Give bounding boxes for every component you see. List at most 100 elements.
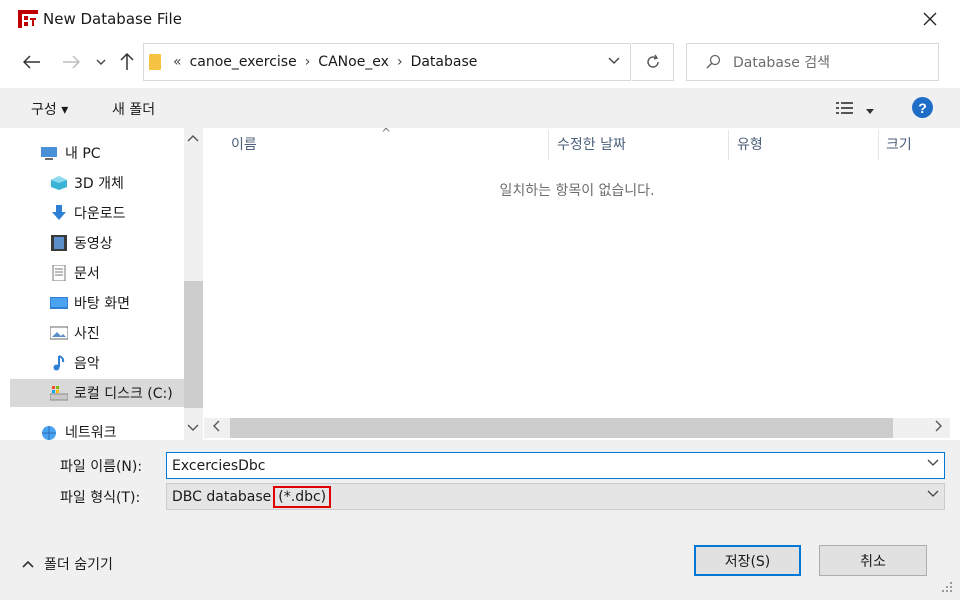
video-icon: [51, 235, 67, 251]
help-button[interactable]: ?: [912, 97, 933, 118]
sidebar-item-label: 3D 개체: [74, 176, 124, 192]
filename-value[interactable]: ExcerciesDbc: [172, 458, 266, 474]
local-disk-icon: [50, 386, 68, 401]
scroll-down-icon[interactable]: [187, 422, 199, 435]
column-divider[interactable]: [548, 130, 549, 160]
overflow-icon[interactable]: «: [173, 54, 182, 70]
hide-folders-toggle[interactable]: 폴더 숨기기: [22, 554, 113, 574]
sidebar-item-desktop[interactable]: 바탕 화면: [10, 289, 184, 317]
chevron-up-icon: [22, 560, 34, 568]
view-options-button[interactable]: [836, 101, 875, 119]
pc-icon: [41, 147, 57, 160]
cancel-button[interactable]: 취소: [819, 545, 927, 576]
sidebar-item-music[interactable]: 음악: [10, 349, 184, 377]
navigation-bar: « canoe_exercise › CANoe_ex › Database D…: [0, 38, 960, 88]
sidebar-item-label: 다운로드: [74, 206, 126, 222]
network-icon: [42, 426, 56, 440]
window-title: New Database File: [43, 10, 182, 28]
recent-locations-button[interactable]: [90, 50, 112, 74]
column-header-name[interactable]: 이름: [231, 128, 257, 160]
sidebar-item-label: 네트워크: [65, 425, 117, 440]
chevron-right-icon[interactable]: ›: [305, 54, 311, 70]
3d-objects-icon: [51, 176, 67, 190]
scrollbar-thumb[interactable]: [230, 418, 893, 438]
column-header-type[interactable]: 유형: [737, 128, 763, 160]
filetype-select[interactable]: DBC database (*.dbc): [166, 483, 945, 510]
arrow-up-icon: [120, 53, 134, 70]
save-form: 파일 이름(N): ExcerciesDbc 파일 형식(T): DBC dat…: [0, 440, 960, 600]
file-list-hscrollbar[interactable]: [204, 418, 950, 438]
search-input[interactable]: Database 검색: [733, 52, 830, 72]
filename-input[interactable]: ExcerciesDbc: [166, 452, 945, 479]
details-view-icon: [836, 102, 853, 114]
empty-folder-message: 일치하는 항목이 없습니다.: [499, 183, 655, 199]
sidebar-item-network[interactable]: 네트워크: [10, 418, 184, 440]
sidebar-item-this-pc[interactable]: 내 PC: [10, 139, 184, 167]
chevron-down-icon[interactable]: [927, 456, 939, 470]
resize-grip-icon[interactable]: [938, 578, 954, 594]
column-divider[interactable]: [878, 130, 879, 160]
help-icon: ?: [918, 99, 927, 116]
sidebar-item-documents[interactable]: 문서: [10, 259, 184, 287]
sidebar-item-3d-objects[interactable]: 3D 개체: [10, 169, 184, 197]
filetype-value: DBC database: [172, 488, 272, 505]
pictures-icon: [50, 326, 68, 340]
file-list: ^ 이름 수정한 날짜 유형 크기 일치하는 항목이 없습니다.: [204, 126, 950, 418]
filename-label: 파일 이름(N):: [60, 459, 143, 475]
sidebar-item-label: 동영상: [74, 236, 113, 252]
chevron-down-icon: [866, 109, 875, 114]
arrow-right-icon: [63, 55, 80, 69]
search-icon: [706, 54, 721, 69]
app-icon: [18, 10, 38, 28]
save-button[interactable]: 저장(S): [694, 545, 801, 576]
scroll-left-icon[interactable]: [212, 420, 220, 435]
address-bar[interactable]: « canoe_exercise › CANoe_ex › Database: [143, 43, 631, 81]
sidebar-item-videos[interactable]: 동영상: [10, 229, 184, 257]
sidebar-scrollbar[interactable]: [184, 128, 203, 440]
chevron-right-icon[interactable]: ›: [397, 54, 403, 70]
sidebar-item-label: 로컬 디스크 (C:): [74, 386, 173, 402]
arrow-left-icon: [23, 55, 40, 69]
breadcrumb-database[interactable]: Database: [411, 54, 478, 70]
breadcrumb-canoe-ex[interactable]: CANoe_ex: [318, 54, 389, 70]
search-box[interactable]: Database 검색: [686, 43, 939, 81]
column-divider[interactable]: [728, 130, 729, 160]
music-icon: [53, 355, 65, 371]
column-header-date-modified[interactable]: 수정한 날짜: [557, 128, 626, 160]
sidebar-item-pictures[interactable]: 사진: [10, 319, 184, 347]
close-button[interactable]: [915, 5, 945, 33]
forward-button[interactable]: [60, 50, 82, 74]
sort-ascending-icon: ^: [381, 126, 392, 140]
new-folder-button[interactable]: 새 폴더: [112, 99, 155, 119]
filetype-label: 파일 형식(T):: [60, 490, 141, 506]
organize-button[interactable]: 구성 ▾: [31, 99, 68, 119]
scroll-right-icon[interactable]: [935, 420, 943, 435]
hide-folders-label: 폴더 숨기기: [44, 557, 113, 573]
close-icon: [923, 12, 937, 26]
sidebar-item-label: 문서: [74, 266, 100, 282]
column-header-size[interactable]: 크기: [886, 128, 912, 160]
title-bar: New Database File: [0, 0, 960, 38]
filetype-extension-highlight: (*.dbc): [273, 485, 332, 508]
sidebar-item-label: 바탕 화면: [74, 296, 130, 312]
back-button[interactable]: [21, 50, 43, 74]
scrollbar-thumb[interactable]: [184, 281, 203, 408]
sidebar-item-label: 사진: [74, 326, 100, 342]
sidebar-item-downloads[interactable]: 다운로드: [10, 199, 184, 227]
desktop-icon: [50, 297, 68, 309]
breadcrumb-canoe-exercise[interactable]: canoe_exercise: [190, 54, 297, 70]
sidebar-item-label: 내 PC: [65, 146, 101, 162]
chevron-down-icon[interactable]: [927, 487, 939, 501]
up-button[interactable]: [116, 50, 138, 74]
download-icon: [52, 205, 66, 220]
address-dropdown-icon[interactable]: [608, 53, 620, 69]
sidebar-item-local-disk[interactable]: 로컬 디스크 (C:): [10, 379, 184, 407]
folder-icon: [149, 54, 161, 70]
scroll-up-icon[interactable]: [187, 132, 199, 145]
refresh-button[interactable]: [632, 43, 674, 81]
chevron-down-icon: [96, 59, 106, 65]
document-icon: [52, 265, 66, 281]
sidebar-item-label: 음악: [74, 356, 100, 372]
navigation-pane: 내 PC 3D 개체 다운로드 동영상 문서 바탕 화면 사진 음악 로컬 디스…: [10, 128, 204, 440]
refresh-icon: [646, 54, 659, 68]
